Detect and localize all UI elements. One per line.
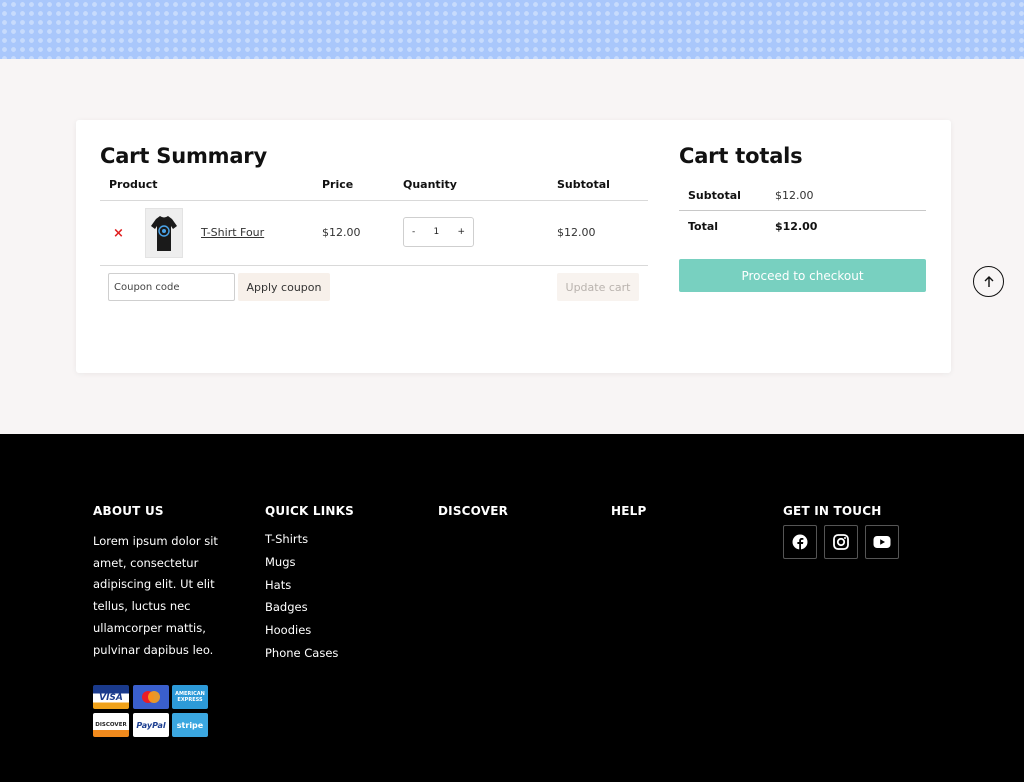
- remove-item-icon[interactable]: ×: [113, 226, 124, 241]
- footer-about-text: Lorem ipsum dolor sit amet, consectetur …: [93, 534, 218, 657]
- cart-totals-title: Cart totals: [679, 144, 803, 168]
- product-thumbnail[interactable]: [145, 208, 183, 258]
- footer-link-hats[interactable]: Hats: [265, 574, 338, 597]
- visa-card-icon: VISA: [93, 685, 129, 709]
- footer-heading-help: HELP: [611, 504, 647, 518]
- arrow-up-icon: [984, 275, 993, 287]
- product-price: $12.00: [322, 226, 361, 239]
- column-header-quantity: Quantity: [403, 178, 457, 191]
- footer-link-phone-cases[interactable]: Phone Cases: [265, 642, 338, 665]
- footer-link-tshirts[interactable]: T-Shirts: [265, 528, 338, 551]
- hero-banner: [0, 0, 1024, 59]
- column-header-subtotal: Subtotal: [557, 178, 610, 191]
- instagram-icon[interactable]: [824, 525, 858, 559]
- quantity-stepper[interactable]: - 1 +: [403, 217, 474, 247]
- quantity-value[interactable]: 1: [433, 227, 439, 237]
- footer-link-hoodies[interactable]: Hoodies: [265, 619, 338, 642]
- footer-heading-contact: GET IN TOUCH: [783, 504, 882, 518]
- totals-subtotal-value: $12.00: [775, 189, 814, 202]
- column-header-product: Product: [109, 178, 158, 191]
- product-name-link[interactable]: T-Shirt Four: [201, 226, 264, 239]
- mastercard-card-icon: [133, 685, 169, 709]
- table-header-divider: [100, 200, 648, 201]
- table-row-divider: [100, 265, 648, 266]
- proceed-to-checkout-button[interactable]: Proceed to checkout: [679, 259, 926, 292]
- product-subtotal: $12.00: [557, 226, 596, 239]
- paypal-card-icon: PayPal: [133, 713, 169, 737]
- update-cart-button[interactable]: Update cart: [557, 273, 639, 301]
- totals-total-value: $12.00: [775, 220, 818, 233]
- discover-card-icon: DISCOVER: [93, 713, 129, 737]
- site-footer: ABOUT US Lorem ipsum dolor sit amet, con…: [0, 434, 1024, 782]
- footer-heading-about: ABOUT US: [93, 504, 164, 518]
- amex-card-icon: AMERICAN EXPRESS: [172, 685, 208, 709]
- cart-summary-title: Cart Summary: [100, 144, 267, 168]
- coupon-code-input[interactable]: [108, 273, 235, 301]
- footer-heading-discover: DISCOVER: [438, 504, 509, 518]
- totals-total-label: Total: [688, 220, 719, 233]
- footer-quick-links: T-Shirts Mugs Hats Badges Hoodies Phone …: [265, 528, 338, 665]
- stripe-card-icon: stripe: [172, 713, 208, 737]
- totals-divider: [679, 210, 926, 211]
- cart-card: Cart Summary Product Price Quantity Subt…: [76, 120, 951, 373]
- quantity-decrease-button[interactable]: -: [412, 227, 415, 237]
- column-header-price: Price: [322, 178, 354, 191]
- footer-heading-quick-links: QUICK LINKS: [265, 504, 354, 518]
- quantity-increase-button[interactable]: +: [457, 227, 465, 237]
- scroll-to-top-button[interactable]: [973, 266, 1004, 297]
- youtube-icon[interactable]: [865, 525, 899, 559]
- apply-coupon-button[interactable]: Apply coupon: [238, 273, 330, 301]
- facebook-icon[interactable]: [783, 525, 817, 559]
- totals-subtotal-label: Subtotal: [688, 189, 741, 202]
- footer-link-badges[interactable]: Badges: [265, 596, 338, 619]
- footer-link-mugs[interactable]: Mugs: [265, 551, 338, 574]
